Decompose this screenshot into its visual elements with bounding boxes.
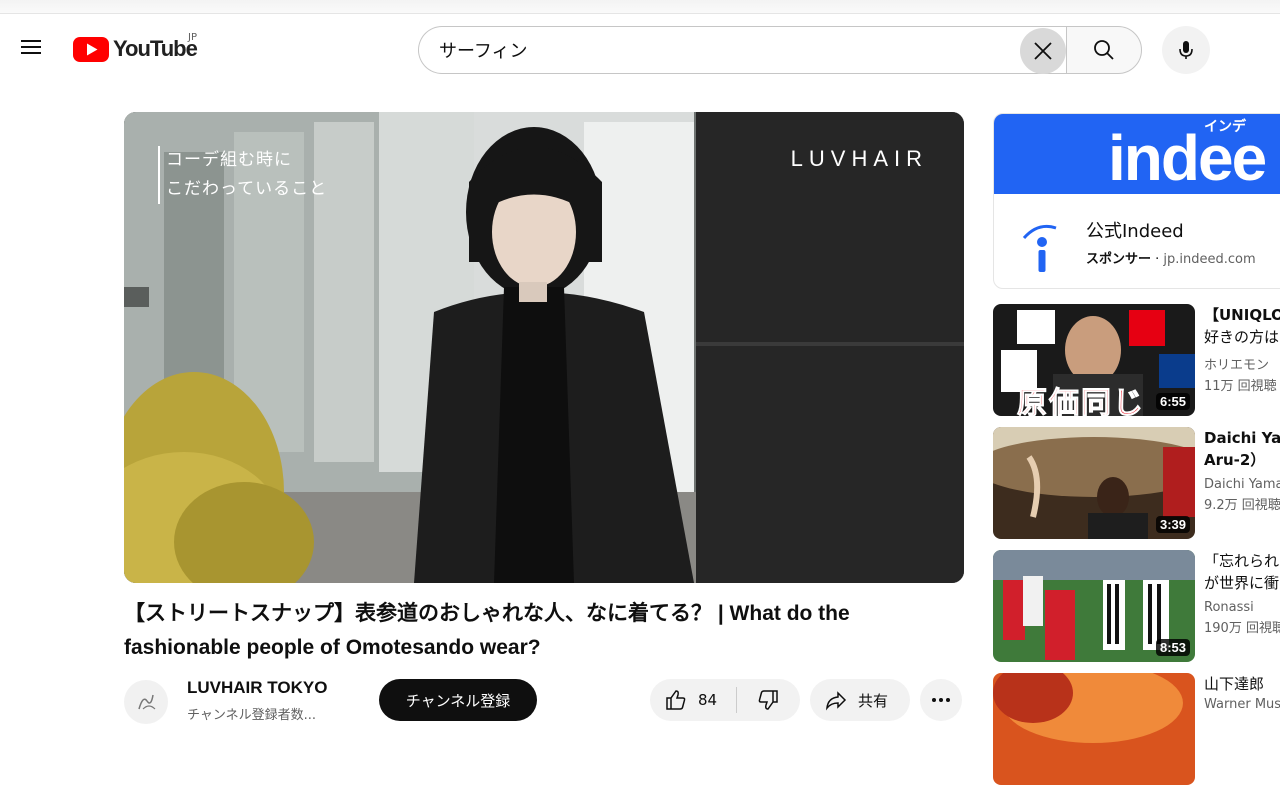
channel-avatar[interactable] bbox=[124, 680, 168, 724]
recommended-video[interactable]: 3:39 Daichi Yam Aru-2） Daichi Yama 9.2万 … bbox=[993, 427, 1280, 539]
recommended-views: 11万 回視聴 bbox=[1204, 379, 1277, 394]
dislike-button[interactable] bbox=[737, 679, 799, 721]
thumbs-up-icon bbox=[666, 690, 686, 710]
channel-name[interactable]: LUVHAIR TOKYO bbox=[187, 678, 327, 698]
recommended-video[interactable]: 8:53 「忘れられ が世界に衝 Ronassi 190万 回視聴 bbox=[993, 550, 1280, 662]
logo-wordmark: YouTube bbox=[113, 36, 198, 61]
search-button[interactable] bbox=[1066, 26, 1142, 74]
video-duration: 6:55 bbox=[1155, 393, 1190, 410]
recommended-thumbnail bbox=[993, 673, 1195, 785]
microphone-icon bbox=[1179, 41, 1193, 59]
search-icon bbox=[1094, 40, 1114, 60]
search-input[interactable] bbox=[439, 39, 999, 61]
thumbnail-text: 原価同じ bbox=[1017, 386, 1145, 417]
recommended-channel: ホリエモン bbox=[1204, 358, 1270, 373]
share-label: 共有 bbox=[858, 691, 889, 710]
clear-search-button[interactable] bbox=[1020, 28, 1066, 74]
recommended-views: 190万 回視聴 bbox=[1204, 621, 1280, 636]
ad-banner: indee インデ bbox=[994, 114, 1280, 194]
recommended-thumbnail: 3:39 bbox=[993, 427, 1195, 539]
masthead: YouTube JP bbox=[0, 14, 1280, 84]
indeed-logo-icon bbox=[1022, 224, 1057, 272]
subscriber-count: チャンネル登録者数... bbox=[187, 708, 317, 723]
recommended-title-line-2: Aru-2） bbox=[1204, 451, 1266, 469]
ad-meta: スポンサー · jp.indeed.com bbox=[1086, 248, 1256, 267]
overlay-line-1: コーデ組む時に bbox=[166, 150, 292, 170]
country-code: JP bbox=[188, 32, 197, 43]
recommended-channel: Daichi Yama bbox=[1204, 477, 1280, 492]
share-button[interactable]: 共有 bbox=[810, 679, 910, 721]
recommended-title-line-1: 「忘れられ bbox=[1204, 552, 1280, 570]
video-duration: 8:53 bbox=[1155, 639, 1190, 656]
video-title: 【ストリートスナップ】表参道のおしゃれな人、なに着てる？ | What do t… bbox=[124, 602, 850, 659]
recommended-views: 9.2万 回視聴 bbox=[1204, 498, 1280, 513]
overlay-line-2: こだわっていること bbox=[166, 179, 328, 199]
video-duration: 3:39 bbox=[1155, 516, 1190, 533]
recommended-title-line-1: 【UNIQLO bbox=[1204, 306, 1280, 324]
recommended-title-line-1: 山下達郎 bbox=[1204, 675, 1265, 693]
browser-bookmarks-strip bbox=[0, 0, 1280, 14]
ad-sponsor-label: スポンサー bbox=[1086, 252, 1152, 267]
youtube-play-icon bbox=[73, 36, 109, 62]
hamburger-icon bbox=[21, 40, 41, 54]
youtube-logo[interactable]: YouTube JP bbox=[73, 32, 198, 62]
sponsored-ad-card[interactable]: indee インデ 公式Indeed スポンサー · jp.indeed.com bbox=[993, 113, 1280, 289]
recommended-thumbnail: 8:53 bbox=[993, 550, 1195, 662]
video-owner-row: LUVHAIR TOKYO チャンネル登録者数... チャンネル登録 84 共有 bbox=[124, 672, 964, 724]
ad-meta-separator: · bbox=[1151, 252, 1164, 267]
recommended-info: 【UNIQLO 好きの方は ホリエモン 11万 回視聴 bbox=[1204, 304, 1280, 394]
recommended-thumbnail: 原価同じ 6:55 bbox=[993, 304, 1195, 416]
video-overlay-caption: コーデ組む時に こだわっていること bbox=[158, 146, 327, 204]
recommended-title-line-1: Daichi Yam bbox=[1204, 429, 1280, 447]
more-actions-button[interactable] bbox=[920, 679, 962, 721]
channel-logo-icon bbox=[138, 694, 156, 710]
search-bar bbox=[418, 26, 1142, 74]
subscribe-button[interactable]: チャンネル登録 bbox=[379, 679, 537, 721]
recommended-channel: Ronassi bbox=[1204, 600, 1254, 615]
recommended-info: 山下達郎 Warner Mus bbox=[1204, 673, 1280, 712]
ad-banner-sub: インデ bbox=[1204, 119, 1246, 135]
recommended-info: Daichi Yam Aru-2） Daichi Yama 9.2万 回視聴 bbox=[1204, 427, 1280, 513]
ad-domain: jp.indeed.com bbox=[1163, 252, 1256, 267]
thumbs-down-icon bbox=[758, 690, 778, 710]
search-box bbox=[418, 26, 1066, 74]
ad-title: 公式Indeed bbox=[1086, 221, 1184, 242]
recommended-title-line-2: 好きの方は bbox=[1204, 328, 1280, 346]
voice-search-button[interactable] bbox=[1162, 26, 1210, 74]
guide-menu-button[interactable] bbox=[14, 30, 48, 64]
like-dislike-segment: 84 bbox=[650, 679, 800, 721]
recommended-title-line-2: が世界に衝 bbox=[1204, 574, 1280, 592]
recommended-video[interactable]: 原価同じ 6:55 【UNIQLO 好きの方は ホリエモン 11万 回視聴 bbox=[993, 304, 1280, 416]
like-button[interactable]: 84 bbox=[650, 679, 736, 721]
more-horizontal-icon bbox=[932, 698, 950, 702]
thumbnail-image bbox=[993, 673, 1195, 785]
video-player[interactable]: コーデ組む時に こだわっていること LUVHAIR bbox=[124, 112, 964, 583]
recommended-info: 「忘れられ が世界に衝 Ronassi 190万 回視聴 bbox=[1204, 550, 1280, 636]
recommended-video[interactable]: 山下達郎 Warner Mus bbox=[993, 673, 1280, 785]
like-count: 84 bbox=[698, 691, 718, 709]
share-arrow-icon bbox=[826, 691, 847, 711]
close-icon bbox=[1034, 42, 1052, 60]
recommended-channel: Warner Mus bbox=[1204, 697, 1280, 712]
video-overlay-brand: LUVHAIR bbox=[790, 146, 928, 171]
